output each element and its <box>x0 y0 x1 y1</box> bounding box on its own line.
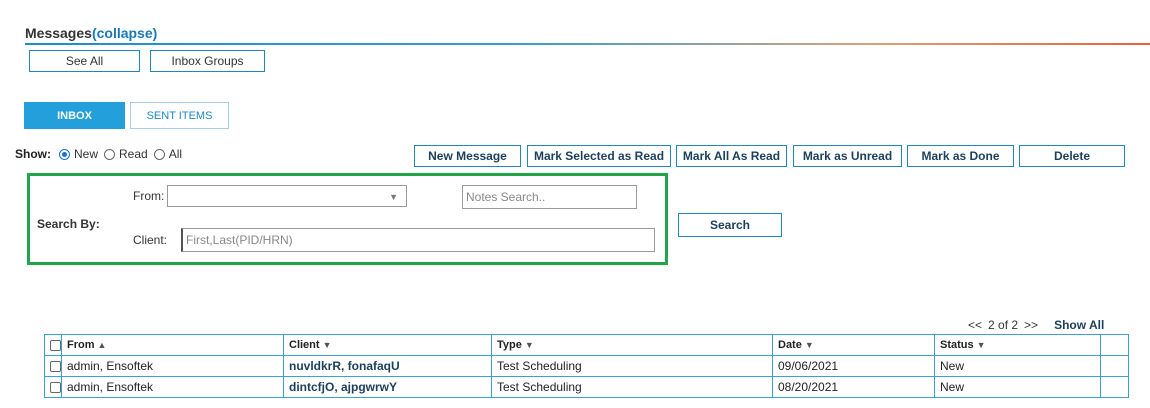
mark-unread-button[interactable]: Mark as Unread <box>793 145 902 167</box>
mark-all-read-button[interactable]: Mark All As Read <box>676 145 787 167</box>
notes-search-input[interactable]: Notes Search.. <box>462 185 637 209</box>
table-row[interactable]: admin, Ensoftek nuvldkrR, fonafaqU Test … <box>44 355 1129 377</box>
table-header-row: From ▲ Client ▼ Type ▼ Date ▼ Status ▼ <box>44 334 1129 356</box>
row-date: 08/20/2021 <box>772 376 935 398</box>
messages-title: Messages <box>25 25 92 41</box>
col-from[interactable]: From ▲ <box>61 334 284 356</box>
row-status: New <box>934 376 1101 398</box>
client-label: Client: <box>133 233 168 247</box>
col-date-label: Date <box>778 339 802 351</box>
client-search-input[interactable]: First,Last(PID/HRN) <box>181 228 655 252</box>
row-extra <box>1100 355 1129 377</box>
row-select-cell <box>44 376 62 398</box>
radio-read-label: Read <box>119 147 148 161</box>
row-from: admin, Ensoftek <box>61 355 284 377</box>
row-checkbox[interactable] <box>50 361 61 373</box>
mark-done-button[interactable]: Mark as Done <box>907 145 1014 167</box>
page-title: Messages(collapse) <box>25 25 157 41</box>
row-client-link[interactable]: nuvldkrR, fonafaqU <box>283 355 492 377</box>
row-type: Test Scheduling <box>491 376 773 398</box>
col-date[interactable]: Date ▼ <box>772 334 935 356</box>
show-all-link[interactable]: Show All <box>1054 318 1104 332</box>
radio-all[interactable] <box>153 148 165 160</box>
title-divider <box>25 43 1150 45</box>
search-by-label: Search By: <box>37 217 100 231</box>
radio-read[interactable] <box>104 148 116 160</box>
col-extra <box>1100 334 1129 356</box>
col-from-label: From <box>67 339 95 351</box>
collapse-link[interactable]: (collapse) <box>92 25 157 41</box>
col-type-label: Type <box>497 339 522 351</box>
sort-down-icon: ▼ <box>804 340 814 350</box>
from-label: From: <box>133 189 165 203</box>
row-select-cell <box>44 355 62 377</box>
search-button[interactable]: Search <box>678 213 782 237</box>
row-from: admin, Ensoftek <box>61 376 284 398</box>
table-row[interactable]: admin, Ensoftek dintcfjO, ajpgwrwY Test … <box>44 376 1129 398</box>
show-label: Show: <box>15 147 51 161</box>
chevron-down-icon: ▼ <box>389 192 398 202</box>
col-client[interactable]: Client ▼ <box>283 334 492 356</box>
col-status[interactable]: Status ▼ <box>934 334 1101 356</box>
col-type[interactable]: Type ▼ <box>491 334 773 356</box>
pager-text: 2 of 2 <box>988 318 1019 332</box>
row-checkbox[interactable] <box>50 382 61 394</box>
inbox-groups-button[interactable]: Inbox Groups <box>150 50 265 72</box>
select-all-checkbox[interactable] <box>50 339 61 351</box>
col-client-label: Client <box>289 339 320 351</box>
see-all-button[interactable]: See All <box>29 50 140 72</box>
sort-down-icon: ▼ <box>524 340 534 350</box>
tab-inbox[interactable]: INBOX <box>24 102 125 129</box>
radio-new-label: New <box>74 147 99 161</box>
from-select[interactable]: ▼ <box>167 185 407 207</box>
select-all-cell <box>44 334 62 356</box>
messages-table: From ▲ Client ▼ Type ▼ Date ▼ Status ▼ admin,… <box>44 334 1129 398</box>
new-message-button[interactable]: New Message <box>414 145 521 167</box>
row-client-link[interactable]: dintcfjO, ajpgwrwY <box>283 376 492 398</box>
pager-next[interactable]: >> <box>1024 318 1038 332</box>
sort-down-icon: ▼ <box>322 340 332 350</box>
mark-selected-read-button[interactable]: Mark Selected as Read <box>527 145 671 167</box>
row-status: New <box>934 355 1101 377</box>
pagination: << 2 of 2 >> Show All <box>968 318 1104 332</box>
pager-prev[interactable]: << <box>968 318 982 332</box>
tab-sent-items[interactable]: SENT ITEMS <box>130 102 229 129</box>
row-date: 09/06/2021 <box>772 355 935 377</box>
sort-up-icon: ▲ <box>97 340 107 350</box>
sort-down-icon: ▼ <box>976 340 986 350</box>
radio-new[interactable] <box>59 148 70 160</box>
delete-button[interactable]: Delete <box>1019 145 1125 167</box>
show-filter: Show: New Read All <box>15 147 188 161</box>
col-status-label: Status <box>940 339 974 351</box>
row-type: Test Scheduling <box>491 355 773 377</box>
radio-all-label: All <box>168 147 183 161</box>
row-extra <box>1100 376 1129 398</box>
